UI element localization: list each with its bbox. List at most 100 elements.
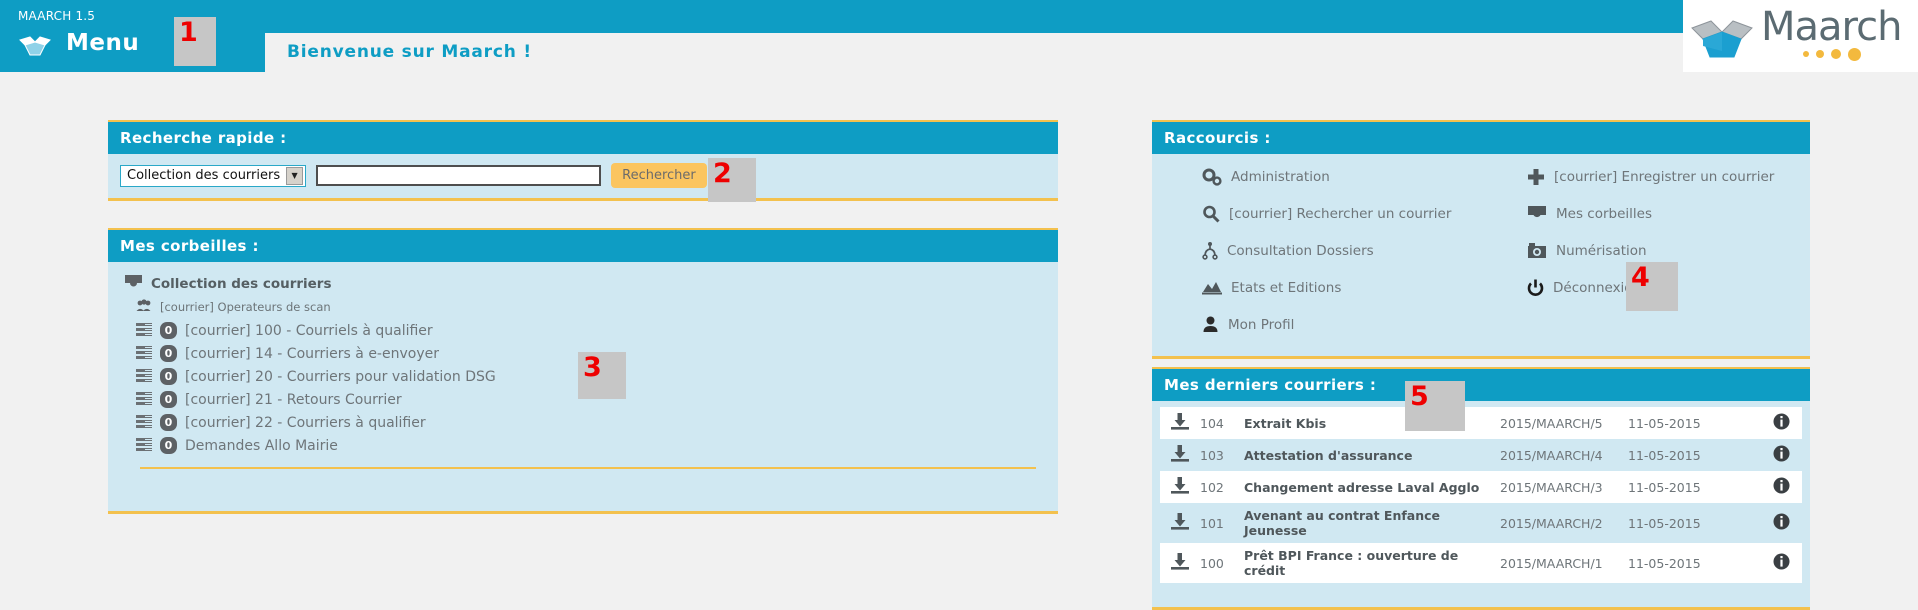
mail-title: Avenant au contrat Enfance Jeunesse [1244, 508, 1440, 538]
annotation-marker-5: 5 [1405, 381, 1465, 431]
quick-search-form: Collection des courriers ▼ Rechercher [108, 154, 1058, 198]
quick-search-panel: Recherche rapide : Collection des courri… [108, 120, 1058, 201]
list-lines-icon [136, 321, 152, 340]
logo-wordmark: Maarch [1761, 3, 1902, 61]
gears-icon [1202, 168, 1222, 190]
info-icon[interactable] [1773, 513, 1796, 534]
shortcut-etats-editions[interactable]: Etats et Editions [1162, 271, 1481, 308]
table-row[interactable]: 104 Extrait Kbis 2015/MAARCH/5 11-05-201… [1160, 407, 1802, 439]
basket-count-badge: 0 [160, 437, 177, 454]
collection-select-value: Collection des courriers [127, 168, 281, 183]
basket-group-row[interactable]: [courrier] Operateurs de scan [136, 297, 1044, 316]
last-mails-list: 104 Extrait Kbis 2015/MAARCH/5 11-05-201… [1152, 401, 1810, 607]
mail-date: 11-05-2015 [1628, 555, 1701, 571]
mail-reference: 2015/MAARCH/1 [1500, 555, 1603, 571]
download-icon[interactable] [1170, 412, 1190, 434]
mail-date: 11-05-2015 [1628, 479, 1701, 495]
plus-icon [1527, 168, 1545, 190]
shortcut-consultation-dossiers[interactable]: Consultation Dossiers [1162, 234, 1481, 271]
mail-reference: 2015/MAARCH/3 [1500, 479, 1603, 495]
mail-date: 11-05-2015 [1628, 415, 1701, 431]
user-icon [1202, 316, 1219, 337]
annotation-marker-2: 2 [708, 158, 756, 202]
search-input[interactable] [316, 165, 602, 186]
logo-text: Maarch [1761, 3, 1902, 50]
shortcut-my-baskets[interactable]: Mes corbeilles [1487, 197, 1806, 234]
welcome-bar: Bienvenue sur Maarch ! [265, 33, 1918, 72]
list-lines-icon [136, 390, 152, 409]
open-box-icon [1689, 8, 1755, 64]
mail-title: Prêt BPI France : ouverture de crédit [1244, 548, 1459, 578]
download-icon[interactable] [1170, 512, 1190, 534]
chart-area-icon [1202, 279, 1222, 299]
mail-title: Attestation d'assurance [1244, 447, 1413, 463]
list-lines-icon [136, 413, 152, 432]
table-row[interactable]: 103 Attestation d'assurance 2015/MAARCH/… [1160, 439, 1802, 471]
power-icon [1527, 279, 1544, 301]
mail-id: 101 [1200, 515, 1224, 531]
shortcut-my-profile[interactable]: Mon Profil [1162, 308, 1481, 344]
mail-id: 102 [1200, 479, 1224, 495]
download-icon[interactable] [1170, 444, 1190, 466]
last-mails-panel: Mes derniers courriers : 104 Extrait Kbi… [1152, 367, 1810, 610]
mail-reference: 2015/MAARCH/2 [1500, 515, 1603, 531]
download-icon[interactable] [1170, 552, 1190, 574]
basket-group-label: [courrier] Operateurs de scan [160, 299, 331, 314]
annotation-marker-3: 3 [578, 352, 626, 399]
basket-collection-label: Collection des courriers [151, 275, 332, 292]
basket-item-label: [courrier] 22 - Courriers à qualifier [185, 414, 426, 431]
mail-title: Changement adresse Laval Agglo [1244, 479, 1480, 495]
list-lines-icon [136, 436, 152, 455]
basket-item[interactable]: 0 Demandes Allo Mairie [136, 436, 1044, 455]
mail-id: 104 [1200, 415, 1224, 431]
shortcuts-grid: Administration [courrier] Enregistrer un… [1152, 154, 1810, 356]
welcome-title: Bienvenue sur Maarch ! [287, 42, 532, 62]
annotation-marker-4: 4 [1626, 262, 1678, 311]
basket-item-label: [courrier] 100 - Courriels à qualifier [185, 322, 433, 339]
shortcut-label: Etats et Editions [1231, 280, 1342, 296]
basket-collection-row[interactable]: Collection des courriers [124, 274, 1044, 293]
basket-item-label: [courrier] 14 - Courriers à e-envoyer [185, 345, 439, 362]
shortcut-search-mail[interactable]: [courrier] Rechercher un courrier [1162, 197, 1481, 234]
basket-item-label: [courrier] 21 - Retours Courrier [185, 391, 402, 408]
shortcuts-panel: Raccourcis : Administration [courrier] E… [1152, 120, 1810, 359]
collection-select[interactable]: Collection des courriers ▼ [120, 164, 307, 187]
basket-item-label: [courrier] 20 - Courriers pour validatio… [185, 368, 496, 385]
basket-count-badge: 0 [160, 368, 177, 385]
search-submit-button[interactable]: Rechercher [611, 163, 707, 188]
table-row[interactable]: 101 Avenant au contrat Enfance Jeunesse … [1160, 503, 1802, 543]
mail-date: 11-05-2015 [1628, 447, 1701, 463]
info-icon[interactable] [1773, 477, 1796, 498]
top-bar: MAARCH 1.5 Menu Bienvenue sur Maarch ! M… [0, 0, 1918, 72]
shortcut-label: [courrier] Rechercher un courrier [1229, 206, 1452, 222]
table-row[interactable]: 100 Prêt BPI France : ouverture de crédi… [1160, 543, 1802, 583]
shortcut-label: [courrier] Enregistrer un courrier [1554, 169, 1775, 185]
info-icon[interactable] [1773, 445, 1796, 466]
shortcut-label: Administration [1231, 169, 1330, 185]
basket-item[interactable]: 0 [courrier] 100 - Courriels à qualifier [136, 321, 1044, 340]
basket-count-badge: 0 [160, 414, 177, 431]
shortcut-label: Consultation Dossiers [1227, 243, 1374, 259]
menu-button[interactable]: Menu [18, 29, 139, 57]
shortcut-label: Mes corbeilles [1556, 206, 1652, 222]
sitemap-icon [1202, 242, 1218, 264]
shortcut-label: Numérisation [1556, 243, 1647, 259]
users-icon [136, 297, 152, 316]
mail-reference: 2015/MAARCH/5 [1500, 415, 1603, 431]
shortcut-register-mail[interactable]: [courrier] Enregistrer un courrier [1487, 160, 1806, 197]
basket-item[interactable]: 0 [courrier] 22 - Courriers à qualifier [136, 413, 1044, 432]
camera-icon [1527, 242, 1547, 263]
menu-label: Menu [66, 30, 140, 56]
info-icon[interactable] [1773, 553, 1796, 574]
shortcut-label: Mon Profil [1228, 317, 1295, 333]
table-row[interactable]: 102 Changement adresse Laval Agglo 2015/… [1160, 471, 1802, 503]
shortcut-administration[interactable]: Administration [1162, 160, 1481, 197]
info-icon[interactable] [1773, 413, 1796, 434]
app-logo: Maarch [1683, 0, 1918, 72]
basket-count-badge: 0 [160, 345, 177, 362]
quick-search-title: Recherche rapide : [108, 120, 1058, 154]
chevron-down-icon: ▼ [286, 166, 304, 185]
list-lines-icon [136, 367, 152, 386]
mail-id: 103 [1200, 447, 1224, 463]
download-icon[interactable] [1170, 476, 1190, 498]
